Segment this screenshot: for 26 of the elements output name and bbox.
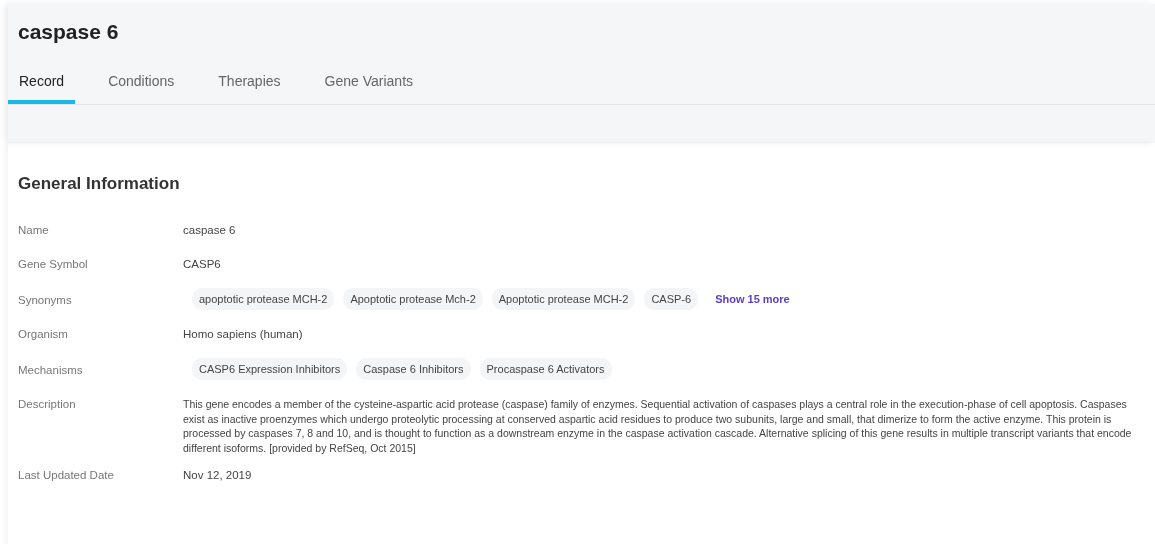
tag-chip: Apoptotic protease MCH-2 [491, 288, 636, 310]
field-label: Description [18, 398, 77, 410]
field-value: Homo sapiens (human) [183, 328, 303, 340]
field-label: Synonyms [18, 294, 73, 306]
field-label: Gene Symbol [18, 258, 89, 270]
tab[interactable]: Conditions [97, 73, 186, 104]
tag-chip: Procaspase 6 Activators [479, 358, 612, 380]
tab[interactable]: Therapies [207, 73, 292, 104]
tab[interactable]: Gene Variants [313, 73, 425, 104]
section-heading: General Information [18, 174, 181, 194]
field-label: Mechanisms [18, 364, 84, 376]
tab[interactable]: Record [8, 73, 76, 104]
page-title: caspase 6 [17, 19, 120, 44]
description-text: This gene encodes a member of the cysteine-aspartic acid protease (caspase) family of enzymes. Sequential activation of caspases plays a central role in the execution-phase of cell apoptosis. Caspases exist as inactive proenzymes which undergo proteolytic processing at conserved aspartic acid residues to produce two subunits, large and small, that dimerize to form the active enzyme. This protein is processed by caspases 7, 8 and 10, and is thought to function as a downstream enzyme in the caspase activation cascade. Alternative splicing of this gene results in multiple transcript variants that encode different isoforms. [provided by RefSeq, Oct 2015] [183, 397, 1133, 455]
field-value: Nov 12, 2019 [183, 469, 252, 481]
field-label: Last Updated Date [18, 469, 115, 481]
field-label: Organism [18, 328, 69, 340]
field-label: Name [18, 224, 50, 236]
tag-chip: CASP-6 [644, 288, 699, 310]
tag-chip: Caspase 6 Inhibitors [356, 358, 471, 380]
show-more-link[interactable]: Show 15 more [715, 293, 790, 305]
field-value: CASP6 [183, 258, 221, 270]
tag-chip: CASP6 Expression Inhibitors [192, 358, 348, 380]
field-value: caspase 6 [183, 224, 236, 236]
tag-chip: apoptotic protease MCH-2 [192, 288, 335, 310]
tag-chip: Apoptotic protease Mch-2 [343, 288, 483, 310]
